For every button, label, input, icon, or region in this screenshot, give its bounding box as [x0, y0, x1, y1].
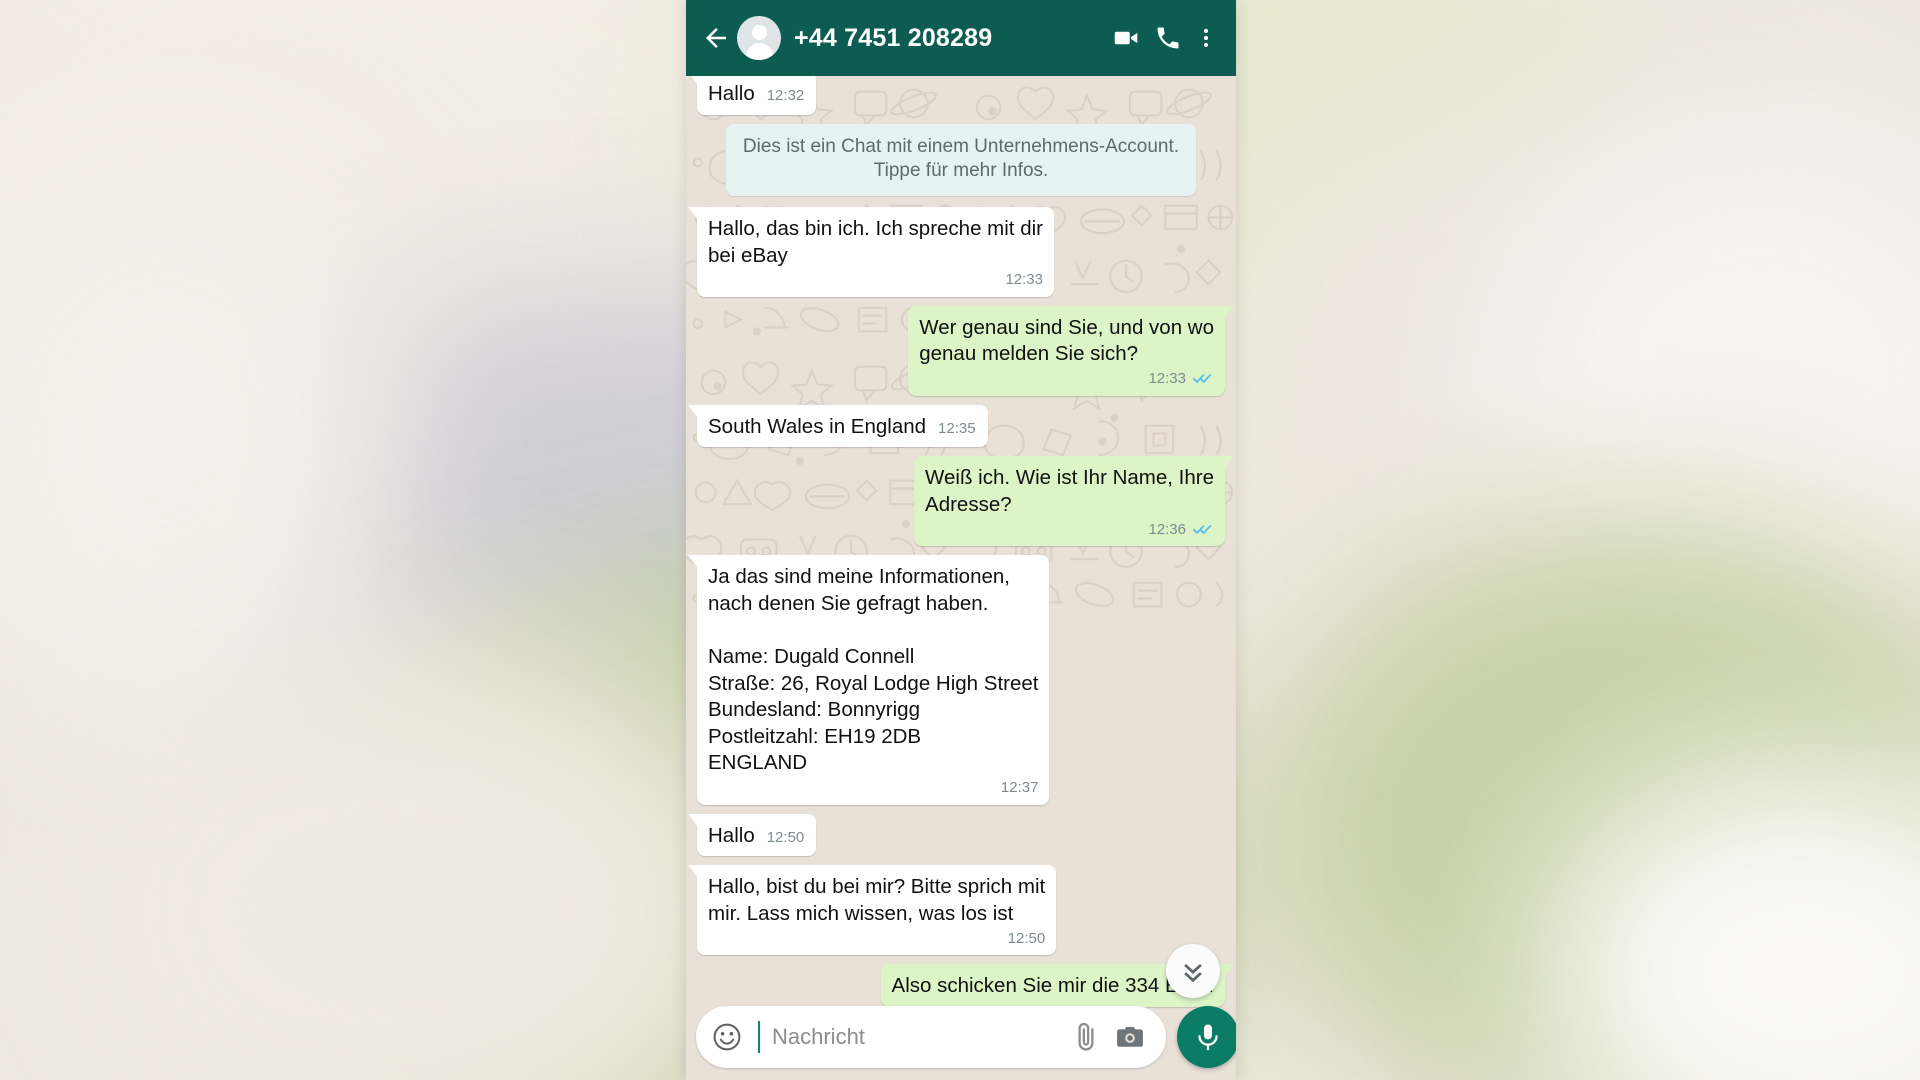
message-bubble[interactable]: Ja das sind meine Informationen, nach de… [687, 555, 1050, 805]
chevron-double-down-icon [1184, 964, 1202, 983]
emoji-smiley-icon [713, 1023, 741, 1051]
message-text: Hallo [708, 82, 755, 105]
read-receipt-icon [1193, 371, 1214, 386]
avatar[interactable] [737, 16, 781, 60]
outgoing-message-row: Weiß ich. Wie ist Ihr Name, Ihre Adresse… [697, 456, 1234, 546]
paperclip-icon [1078, 1022, 1094, 1051]
message-input[interactable] [758, 1021, 1062, 1053]
camera-button[interactable] [1110, 1017, 1150, 1057]
incoming-message-row: Hallo 12:32 [687, 76, 1225, 115]
message-meta: 12:33 [919, 369, 1214, 389]
video-camera-icon [1114, 31, 1138, 45]
camera-icon [1117, 1027, 1143, 1047]
message-bubble[interactable]: Hallo 12:32 [687, 76, 817, 115]
message-meta: 12:32 [767, 86, 805, 106]
avatar-body [745, 43, 773, 60]
voice-call-button[interactable] [1147, 17, 1189, 59]
business-account-notice[interactable]: Dies ist ein Chat mit einem Unternehmens… [726, 123, 1196, 197]
message-text: Hallo [708, 823, 755, 847]
three-dot-menu-icon [1203, 28, 1209, 48]
whatsapp-chat-screen: +44 7451 208289 Hallo 12:32 Dies ist ein… [686, 0, 1236, 1080]
message-timestamp: 12:32 [766, 87, 805, 104]
message-bubble[interactable]: Wer genau sind Sie, und von wo genau mel… [908, 305, 1234, 396]
message-timestamp: 12:36 [1148, 520, 1186, 538]
message-timestamp: 12:35 [938, 419, 976, 437]
read-receipt-icon [1193, 522, 1214, 537]
message-bubble[interactable]: Weiß ich. Wie ist Ihr Name, Ihre Adresse… [914, 456, 1234, 546]
message-timestamp: 12:33 [1148, 370, 1186, 388]
message-meta: 12:33 [708, 270, 1043, 290]
outgoing-message-row: Wer genau sind Sie, und von wo genau mel… [697, 305, 1234, 396]
incoming-message-row: Hallo, das bin ich. Ich spreche mit dir … [688, 207, 1225, 297]
video-call-button[interactable] [1105, 17, 1147, 59]
incoming-message-row: Hallo 12:50 [687, 813, 1225, 857]
composer-input-pill[interactable] [696, 1006, 1166, 1068]
incoming-message-row: Ja das sind meine Informationen, nach de… [687, 555, 1225, 805]
emoji-button[interactable] [710, 1020, 744, 1054]
contact-name[interactable]: +44 7451 208289 [794, 24, 1105, 53]
message-text: Ja das sind meine Informationen, nach de… [708, 565, 1039, 775]
microphone-icon [1198, 1024, 1218, 1051]
attach-button[interactable] [1066, 1017, 1106, 1057]
chat-message-list[interactable]: Hallo 12:32 Dies ist ein Chat mit einem Un… [686, 76, 1236, 1080]
message-composer [686, 1002, 1236, 1080]
message-text: Wer genau sind Sie, und von wo genau mel… [919, 315, 1214, 366]
chat-header: +44 7451 208289 [686, 0, 1236, 76]
message-meta: 12:50 [708, 929, 1046, 949]
message-text: South Wales in England [708, 414, 927, 438]
message-timestamp: 12:50 [1007, 929, 1046, 947]
overflow-menu-button[interactable] [1189, 17, 1223, 59]
message-text: Also schicken Sie mir die 334 Euro. [891, 974, 1214, 998]
voice-record-button[interactable] [1177, 1006, 1236, 1068]
incoming-message-row: Hallo, bist du bei mir? Bitte sprich mit… [687, 865, 1225, 956]
message-text: Weiß ich. Wie ist Ihr Name, Ihre Adresse… [925, 466, 1214, 516]
outgoing-message-row: Also schicken Sie mir die 334 Euro. [697, 964, 1235, 1007]
message-timestamp: 12:50 [766, 828, 805, 846]
message-bubble[interactable]: South Wales in England 12:35 [688, 404, 988, 448]
message-bubble[interactable]: Hallo, bist du bei mir? Bitte sprich mit… [687, 865, 1057, 956]
message-timestamp: 12:33 [1005, 271, 1043, 289]
message-meta: 12:36 [925, 520, 1214, 540]
back-button[interactable] [699, 21, 733, 55]
incoming-message-row: South Wales in England 12:35 [688, 404, 1225, 448]
system-notice-row: Dies ist ein Chat mit einem Unternehmens… [697, 123, 1225, 197]
message-bubble[interactable]: Hallo, das bin ich. Ich spreche mit dir … [688, 207, 1054, 297]
message-bubble[interactable]: Hallo 12:50 [687, 813, 817, 857]
messages-container: Hallo 12:32 Dies ist ein Chat mit einem Un… [686, 76, 1236, 1016]
message-meta: 12:50 [767, 828, 805, 848]
message-text: Hallo, bist du bei mir? Bitte sprich mit… [708, 875, 1046, 925]
message-meta: 12:35 [938, 419, 976, 439]
scroll-to-bottom-button[interactable] [1166, 944, 1220, 998]
arrow-left-icon [706, 28, 726, 48]
message-timestamp: 12:37 [1000, 779, 1039, 797]
message-meta: 12:37 [708, 778, 1039, 798]
message-text: Hallo, das bin ich. Ich spreche mit dir … [708, 217, 1043, 267]
phone-icon [1157, 27, 1179, 49]
avatar-head [751, 25, 767, 40]
